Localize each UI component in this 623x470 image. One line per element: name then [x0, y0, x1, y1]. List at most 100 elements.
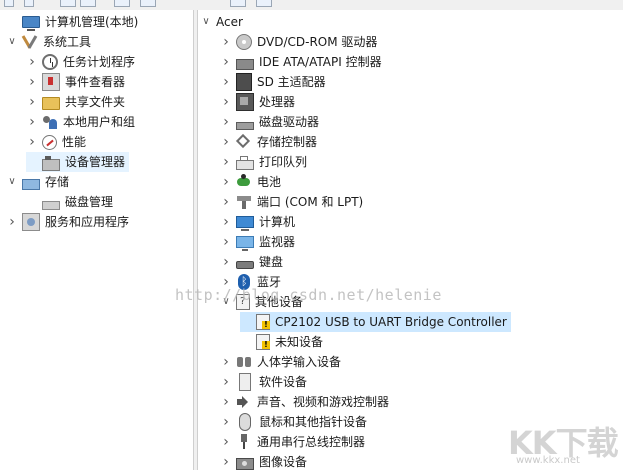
collapsed-chevron-icon[interactable]: › [220, 432, 232, 452]
forward-button[interactable] [24, 0, 34, 7]
collapsed-chevron-icon[interactable]: › [220, 132, 232, 152]
collapsed-chevron-icon[interactable]: › [220, 372, 232, 392]
right-tree-item[interactable]: › 软件设备 [220, 372, 307, 392]
left-tree-item-label: 存储 [45, 175, 70, 189]
right-tree-item[interactable]: › 打印队列 [220, 152, 307, 172]
shared-folder-icon [42, 97, 60, 110]
left-tree-item[interactable]: › 本地用户和组 [26, 112, 135, 132]
left-tree-item[interactable]: 设备管理器 [26, 152, 130, 172]
cdrom-icon [236, 34, 252, 50]
right-tree-item[interactable]: › 电池 [220, 172, 281, 192]
right-tree-item-label: 鼠标和其他指针设备 [259, 415, 368, 429]
collapsed-chevron-icon[interactable]: › [26, 92, 38, 112]
left-tree-item[interactable]: › 性能 [26, 132, 86, 152]
right-tree-item[interactable]: › 鼠标和其他指针设备 [220, 412, 367, 432]
right-tree-item[interactable]: › 计算机 [220, 212, 295, 232]
right-tree-item[interactable]: › 磁盘驱动器 [220, 112, 319, 132]
collapsed-chevron-icon[interactable]: › [220, 192, 232, 212]
left-tree-item-label: 共享文件夹 [65, 95, 126, 109]
collapsed-chevron-icon[interactable]: › [220, 272, 232, 292]
left-tree-item-label: 服务和应用程序 [45, 215, 130, 229]
keyboard-icon [236, 261, 254, 269]
left-tree-item[interactable]: 计算机管理(本地) [6, 12, 138, 32]
device-tree-pane[interactable]: ∨ Acer › DVD/CD-ROM 驱动器 › IDE ATA/ATAPI 控制器 › S… [198, 10, 623, 470]
collapsed-chevron-icon[interactable]: › [220, 252, 232, 272]
expanded-chevron-icon[interactable]: ∨ [220, 292, 232, 312]
right-tree-item[interactable]: › IDE ATA/ATAPI 控制器 [220, 52, 381, 72]
show-hide-tree-button[interactable] [80, 0, 96, 7]
left-tree-item[interactable]: › 事件查看器 [26, 72, 125, 92]
right-tree-item[interactable]: › SD 主适配器 [220, 72, 326, 92]
left-tree-item[interactable]: › 任务计划程序 [26, 52, 135, 72]
users-icon [42, 114, 58, 130]
collapsed-chevron-icon[interactable]: › [220, 152, 232, 172]
right-tree-item[interactable]: ∨ Acer [200, 12, 243, 32]
collapsed-chevron-icon[interactable]: › [220, 412, 232, 432]
clock-icon [42, 54, 58, 70]
right-tree-item[interactable]: › 声音、视频和游戏控制器 [220, 392, 389, 412]
right-tree-item-label: 电池 [257, 175, 282, 189]
collapsed-chevron-icon[interactable]: › [220, 352, 232, 372]
right-tree-item[interactable]: › 通用串行总线控制器 [220, 432, 365, 452]
right-tree-item[interactable]: › 人体学输入设备 [220, 352, 341, 372]
left-tree-item-label: 设备管理器 [65, 155, 126, 169]
hid-icon [236, 354, 252, 370]
up-button[interactable] [60, 0, 76, 7]
console-tree-pane[interactable]: 计算机管理(本地) ∨ 系统工具 › 任务计划程序 › 事件查看器 › 共享文件夹 › 本地用户和组… [0, 10, 193, 470]
collapsed-chevron-icon[interactable]: › [26, 132, 38, 152]
collapsed-chevron-icon[interactable]: › [6, 212, 18, 232]
right-tree-item[interactable]: 未知设备 [240, 332, 323, 352]
collapsed-chevron-icon[interactable]: › [220, 452, 232, 470]
left-tree-item[interactable]: › 服务和应用程序 [6, 212, 129, 232]
right-tree-item[interactable]: › 蓝牙 [220, 272, 281, 292]
collapsed-chevron-icon[interactable]: › [220, 232, 232, 252]
right-tree-item[interactable]: › 端口 (COM 和 LPT) [220, 192, 363, 212]
processor-icon [236, 93, 254, 111]
right-tree-item-label: CP2102 USB to UART Bridge Controller [275, 315, 507, 329]
right-tree-item[interactable]: › 键盘 [220, 252, 283, 272]
expanded-chevron-icon[interactable]: ∨ [200, 12, 212, 32]
right-tree-item[interactable]: CP2102 USB to UART Bridge Controller [240, 312, 511, 332]
left-tree-item[interactable]: › 共享文件夹 [26, 92, 125, 112]
collapsed-chevron-icon[interactable]: › [26, 72, 38, 92]
right-tree-item-label: Acer [216, 15, 243, 29]
properties-button[interactable] [114, 0, 130, 7]
warning-device-icon [256, 334, 270, 350]
collapsed-chevron-icon[interactable]: › [220, 112, 232, 132]
update-driver-button[interactable] [256, 0, 272, 7]
right-tree-item-label: 软件设备 [259, 375, 308, 389]
right-tree-item[interactable]: ∨ 其他设备 [220, 292, 303, 312]
right-tree-item-label: 计算机 [259, 215, 296, 229]
collapsed-chevron-icon[interactable]: › [220, 212, 232, 232]
right-tree-item[interactable]: › 图像设备 [220, 452, 307, 470]
collapsed-chevron-icon[interactable]: › [220, 72, 232, 92]
collapsed-chevron-icon[interactable]: › [220, 32, 232, 52]
collapsed-chevron-icon[interactable]: › [220, 92, 232, 112]
scan-button[interactable] [230, 0, 246, 7]
ide-controller-icon [236, 58, 254, 70]
collapsed-chevron-icon[interactable]: › [220, 392, 232, 412]
left-tree-item[interactable]: ∨ 存储 [6, 172, 69, 192]
left-tree-item[interactable]: ∨ 系统工具 [6, 32, 91, 52]
collapsed-chevron-icon[interactable]: › [26, 52, 38, 72]
collapsed-chevron-icon[interactable]: › [220, 172, 232, 192]
left-tree-item-label: 系统工具 [43, 35, 92, 49]
collapsed-chevron-icon[interactable]: › [26, 112, 38, 132]
right-tree-item[interactable]: › DVD/CD-ROM 驱动器 [220, 32, 377, 52]
help-button[interactable] [140, 0, 156, 7]
left-tree-item-label: 本地用户和组 [63, 115, 136, 129]
device-manager-icon [42, 155, 60, 171]
right-tree-item[interactable]: › 存储控制器 [220, 132, 317, 152]
back-button[interactable] [4, 0, 14, 7]
bluetooth-icon [238, 274, 250, 290]
expanded-chevron-icon[interactable]: ∨ [6, 32, 18, 52]
imaging-icon [236, 458, 254, 470]
monitor-icon [236, 236, 254, 251]
expanded-chevron-icon[interactable]: ∨ [6, 172, 18, 192]
collapsed-chevron-icon[interactable]: › [220, 52, 232, 72]
right-tree-item[interactable]: › 处理器 [220, 92, 295, 112]
left-tree-item[interactable]: 磁盘管理 [26, 192, 113, 212]
right-tree-item[interactable]: › 监视器 [220, 232, 295, 252]
